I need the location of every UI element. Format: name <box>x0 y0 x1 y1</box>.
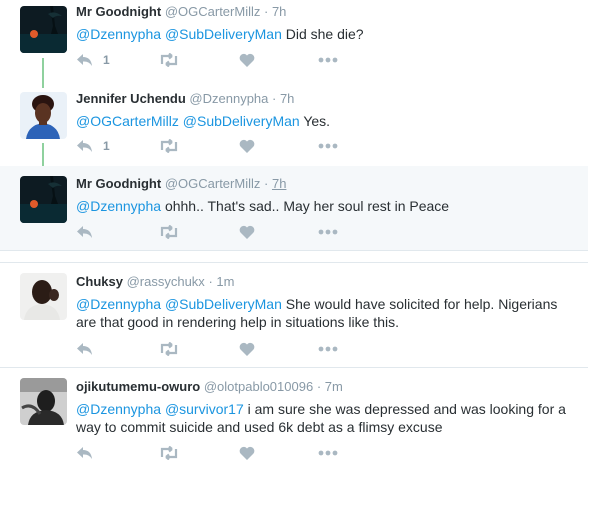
reply-button[interactable] <box>76 444 94 462</box>
reply-icon <box>76 139 94 153</box>
like-button[interactable] <box>239 51 255 69</box>
tweet[interactable]: Mr Goodnight @OGCarterMillz · 7h @Dzenny… <box>0 0 588 82</box>
heart-icon <box>239 342 255 356</box>
reply-count: 1 <box>103 139 110 153</box>
reply-count: 1 <box>103 53 110 67</box>
reply-icon <box>76 342 94 356</box>
more-dots-icon <box>318 450 338 456</box>
reply-icon <box>76 225 94 239</box>
heart-icon <box>239 446 255 460</box>
avatar[interactable] <box>20 378 67 425</box>
author-name[interactable]: Mr Goodnight <box>76 4 161 19</box>
author-handle[interactable]: @Dzennypha <box>189 91 268 106</box>
author-handle[interactable]: @olotpablo010096 <box>204 379 313 394</box>
more-dots-icon <box>318 346 338 352</box>
author-handle[interactable]: @OGCarterMillz <box>165 4 261 19</box>
tweet-timestamp[interactable]: · 7m <box>317 379 343 394</box>
retweet-button[interactable] <box>158 340 180 358</box>
like-button[interactable] <box>239 444 255 462</box>
tweet-body-text: She would have solicited for help. Niger… <box>285 296 558 312</box>
reply-button[interactable] <box>76 340 94 358</box>
reply-button[interactable]: 1 <box>76 51 110 69</box>
avatar[interactable] <box>20 6 67 53</box>
tweet[interactable]: ojikutumemu-owuro @olotpablo010096 · 7m … <box>0 367 588 472</box>
mention-link[interactable]: @SubDeliveryMan <box>165 26 282 42</box>
mention-link[interactable]: @Dzennypha <box>76 26 161 42</box>
author-name[interactable]: Jennifer Uchendu <box>76 91 186 106</box>
tweet[interactable]: Jennifer Uchendu @Dzennypha · 7h @OGCart… <box>0 86 588 166</box>
more-dots-icon <box>318 143 338 149</box>
mention-link[interactable]: @survivor17 <box>165 401 244 417</box>
tweet-body-text: Yes. <box>303 113 331 129</box>
more-button[interactable] <box>318 340 338 358</box>
tweet-text: @Dzennypha @SubDeliveryMan Did she die? <box>76 25 582 43</box>
like-button[interactable] <box>239 340 255 358</box>
more-button[interactable] <box>318 51 338 69</box>
timestamp-separator: · <box>264 176 269 191</box>
tweet-timestamp[interactable]: · 7h <box>264 4 286 19</box>
tweet-body-text: i am sure she was depressed and was look… <box>247 401 566 417</box>
mention-link[interactable]: @Dzennypha <box>76 401 161 417</box>
mention-link[interactable]: @Dzennypha <box>76 296 161 312</box>
avatar[interactable] <box>20 273 67 320</box>
reply-button[interactable] <box>76 223 94 241</box>
tweet-text: @Dzennypha ohhh.. That's sad.. May her s… <box>76 197 582 215</box>
tweet[interactable]: Chuksy @rassychukx · 1m @Dzennypha @SubD… <box>0 262 588 367</box>
tweet-body-text: way to commit suicide and used 6k debt a… <box>76 419 443 435</box>
retweet-icon <box>158 53 180 67</box>
author-name[interactable]: Mr Goodnight <box>76 176 161 191</box>
tweet-timestamp[interactable]: · 1m <box>208 274 234 289</box>
tweet-body-text: are that good in rendering help in situa… <box>76 314 399 330</box>
author-name[interactable]: Chuksy <box>76 274 123 289</box>
tweet-text: @OGCarterMillz @SubDeliveryMan Yes. <box>76 112 582 130</box>
author-handle[interactable]: @OGCarterMillz <box>165 176 261 191</box>
tweet-text: @Dzennypha @SubDeliveryMan She would hav… <box>76 295 582 331</box>
tweet-timestamp[interactable]: 7h <box>272 176 286 191</box>
more-button[interactable] <box>318 444 338 462</box>
tweet-text: @Dzennypha @survivor17 i am sure she was… <box>76 400 582 436</box>
retweet-icon <box>158 139 180 153</box>
tweet-highlighted[interactable]: Mr Goodnight @OGCarterMillz · 7h @Dzenny… <box>0 166 588 250</box>
reply-icon <box>76 53 94 67</box>
like-button[interactable] <box>239 137 255 155</box>
heart-icon <box>239 53 255 67</box>
retweet-button[interactable] <box>158 137 180 155</box>
divider <box>0 250 588 251</box>
mention-link[interactable]: @OGCarterMillz <box>76 113 179 129</box>
tweet-body-text: Did she die? <box>285 26 364 42</box>
more-dots-icon <box>318 229 338 235</box>
heart-icon <box>239 225 255 239</box>
reply-icon <box>76 446 94 460</box>
author-handle[interactable]: @rassychukx <box>127 274 205 289</box>
mention-link[interactable]: @SubDeliveryMan <box>183 113 300 129</box>
author-name[interactable]: ojikutumemu-owuro <box>76 379 200 394</box>
retweet-icon <box>158 342 180 356</box>
avatar[interactable] <box>20 92 67 139</box>
mention-link[interactable]: @Dzennypha <box>76 198 161 214</box>
reply-button[interactable]: 1 <box>76 137 110 155</box>
retweet-button[interactable] <box>158 51 180 69</box>
mention-link[interactable]: @SubDeliveryMan <box>165 296 282 312</box>
more-dots-icon <box>318 57 338 63</box>
like-button[interactable] <box>239 223 255 241</box>
retweet-icon <box>158 446 180 460</box>
retweet-button[interactable] <box>158 223 180 241</box>
more-button[interactable] <box>318 223 338 241</box>
retweet-icon <box>158 225 180 239</box>
avatar[interactable] <box>20 176 67 223</box>
heart-icon <box>239 139 255 153</box>
retweet-button[interactable] <box>158 444 180 462</box>
tweet-timestamp[interactable]: · 7h <box>272 91 294 106</box>
more-button[interactable] <box>318 137 338 155</box>
tweet-body-text: ohhh.. That's sad.. May her soul rest in… <box>164 198 450 214</box>
